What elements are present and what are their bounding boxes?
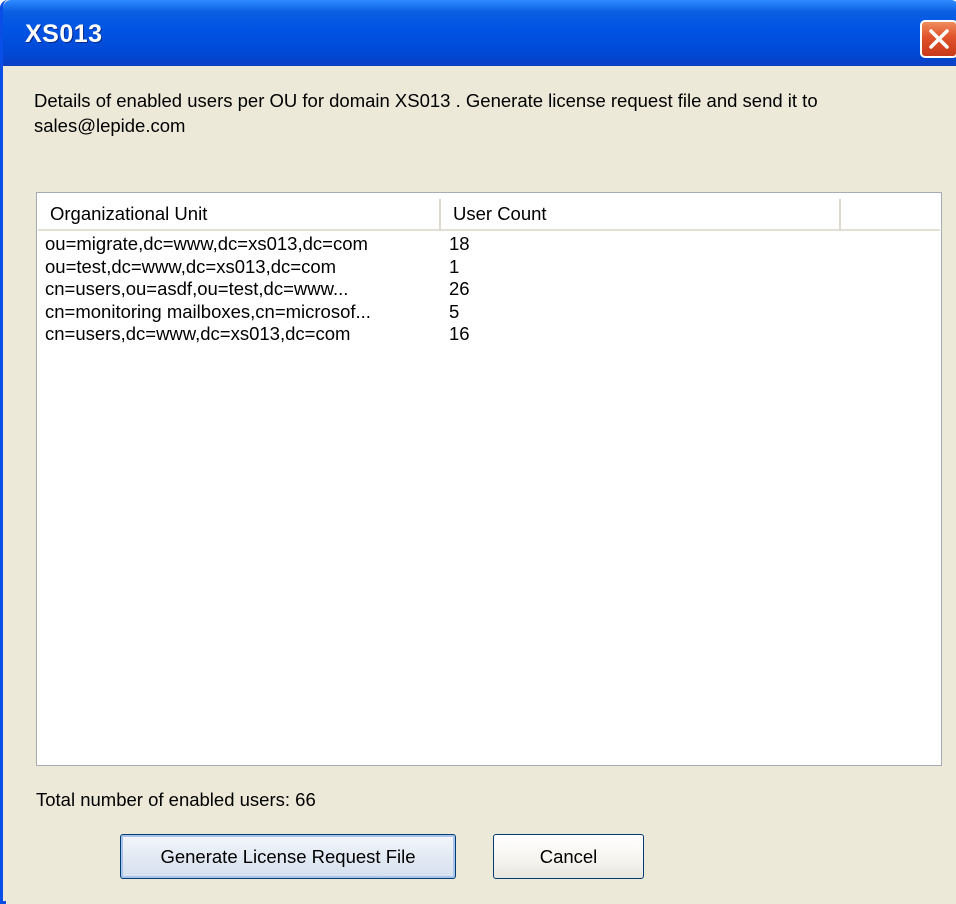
list-item[interactable]: ou=test,dc=www,dc=xs013,dc=com 1 — [45, 256, 935, 279]
title-bar[interactable]: XS013 — [3, 0, 956, 66]
user-count-cell: 1 — [449, 255, 460, 277]
user-count-cell: 5 — [449, 300, 460, 322]
list-header: Organizational Unit User Count — [38, 199, 940, 231]
list-item[interactable]: ou=migrate,dc=www,dc=xs013,dc=com 18 — [45, 233, 935, 256]
list-item[interactable]: cn=users,dc=www,dc=xs013,dc=com 16 — [45, 323, 935, 346]
list-rows: ou=migrate,dc=www,dc=xs013,dc=com 18 ou=… — [45, 233, 935, 346]
ou-cell: cn=users,dc=www,dc=xs013,dc=com — [45, 323, 351, 344]
column-header-empty[interactable] — [841, 199, 940, 231]
column-header-user-count[interactable]: User Count — [441, 199, 841, 231]
total-enabled-users: Total number of enabled users: 66 — [36, 789, 316, 810]
user-count-cell: 16 — [449, 323, 470, 344]
cancel-button[interactable]: Cancel — [493, 834, 644, 879]
ou-cell: cn=monitoring mailboxes,cn=microsof... — [45, 300, 371, 322]
close-icon — [929, 29, 949, 49]
column-header-organizational-unit[interactable]: Organizational Unit — [38, 199, 441, 231]
ou-cell: ou=test,dc=www,dc=xs013,dc=com — [45, 255, 337, 277]
window-title: XS013 — [25, 20, 103, 48]
ou-user-list[interactable]: Organizational Unit User Count ou=migrat… — [36, 192, 942, 766]
list-item[interactable]: cn=monitoring mailboxes,cn=microsof... 5 — [45, 301, 935, 324]
user-count-cell: 18 — [449, 233, 470, 254]
ou-cell: cn=users,ou=asdf,ou=test,dc=www... — [45, 278, 349, 299]
close-button[interactable] — [920, 20, 956, 58]
list-item[interactable]: cn=users,ou=asdf,ou=test,dc=www... 26 — [45, 278, 935, 301]
ou-cell: ou=migrate,dc=www,dc=xs013,dc=com — [45, 233, 368, 254]
user-count-cell: 26 — [449, 278, 470, 299]
generate-license-request-button[interactable]: Generate License Request File — [120, 834, 456, 879]
description-text: Details of enabled users per OU for doma… — [34, 90, 818, 136]
